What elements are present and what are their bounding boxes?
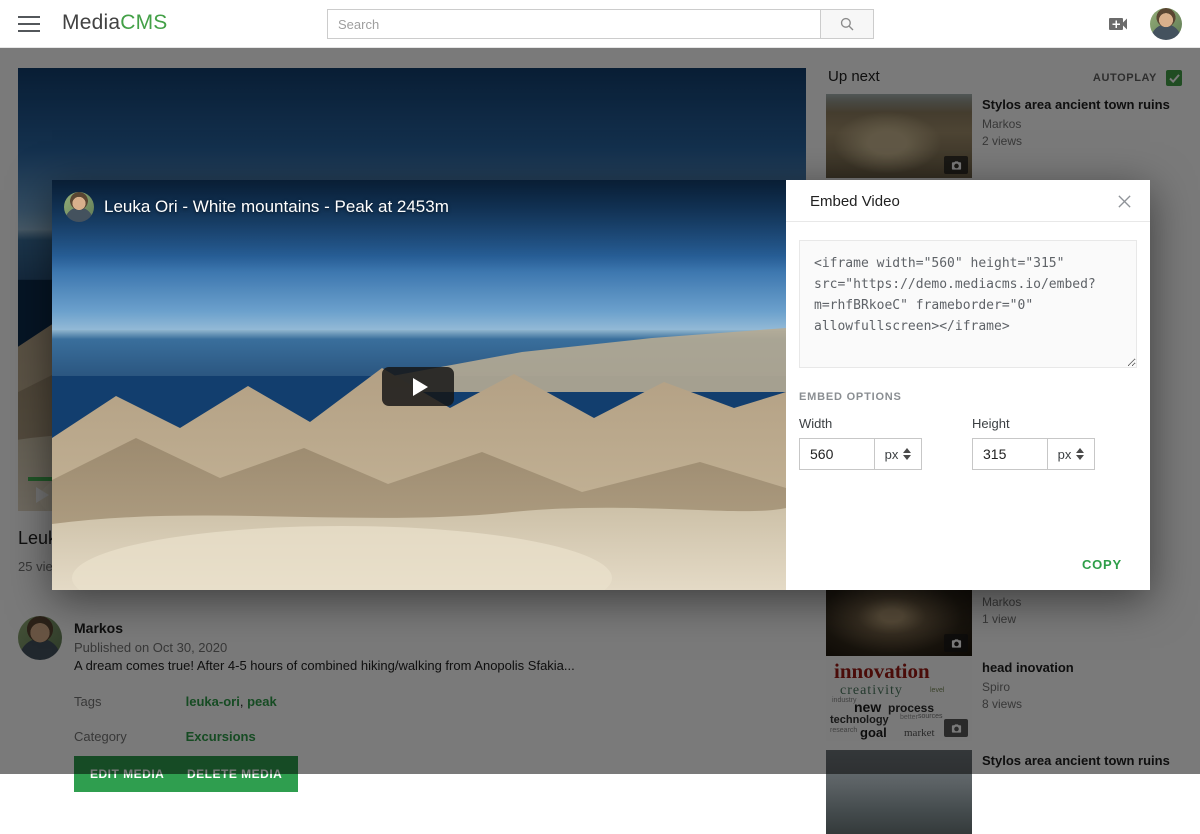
- preview-author-avatar[interactable]: [64, 192, 94, 222]
- width-unit-select[interactable]: px: [874, 438, 922, 470]
- preview-play-button[interactable]: [382, 367, 454, 406]
- search-input[interactable]: [327, 9, 820, 39]
- height-input[interactable]: [972, 438, 1048, 470]
- spinner-arrows-icon: [1076, 448, 1084, 460]
- height-label: Height: [972, 416, 1095, 431]
- close-icon[interactable]: [1114, 191, 1134, 211]
- height-unit-select[interactable]: px: [1047, 438, 1095, 470]
- width-label: Width: [799, 416, 922, 431]
- unit-label: px: [885, 447, 899, 462]
- embed-code-textarea[interactable]: <iframe width="560" height="315" src="ht…: [799, 240, 1137, 368]
- search-button[interactable]: [820, 9, 874, 39]
- menu-icon[interactable]: [18, 14, 40, 34]
- embed-video-dialog: Leuka Ori - White mountains - Peak at 24…: [52, 180, 1150, 590]
- user-avatar[interactable]: [1150, 8, 1182, 40]
- search-icon: [838, 15, 856, 33]
- width-input[interactable]: [799, 438, 875, 470]
- preview-video-title: Leuka Ori - White mountains - Peak at 24…: [104, 197, 449, 217]
- preview-title-gradient: [52, 180, 786, 272]
- spinner-arrows-icon: [903, 448, 911, 460]
- top-header: MediaCMS: [0, 0, 1200, 48]
- logo-cms-text: CMS: [120, 11, 167, 34]
- unit-label: px: [1058, 447, 1072, 462]
- embed-preview-player[interactable]: Leuka Ori - White mountains - Peak at 24…: [52, 180, 786, 590]
- copy-button[interactable]: COPY: [1082, 557, 1122, 572]
- height-field-group: Height px: [972, 416, 1095, 470]
- logo-media-text: Media: [62, 11, 120, 34]
- embed-options-panel: Embed Video <iframe width="560" height="…: [786, 180, 1150, 590]
- upload-media-icon[interactable]: [1106, 12, 1130, 36]
- dialog-title: Embed Video: [810, 193, 900, 210]
- search-bar: [327, 9, 874, 39]
- mediacms-logo[interactable]: MediaCMS: [62, 11, 167, 35]
- embed-options-heading: EMBED OPTIONS: [799, 391, 1137, 403]
- play-icon: [413, 378, 428, 396]
- width-field-group: Width px: [799, 416, 922, 470]
